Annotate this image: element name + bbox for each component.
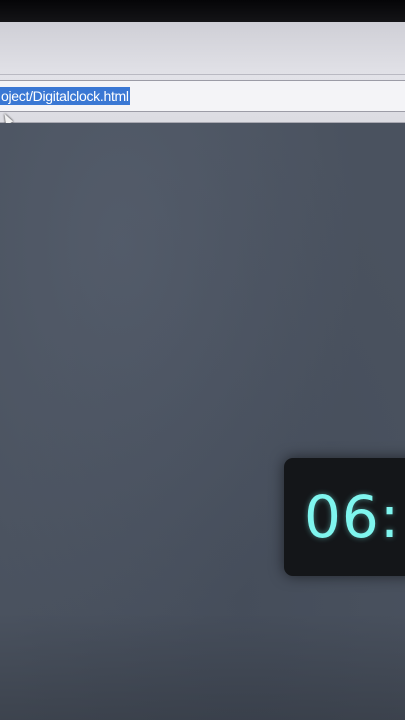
address-bar[interactable]: oject/Digitalclock.html: [0, 80, 405, 112]
browser-toolbar: oject/Digitalclock.html: [0, 22, 405, 123]
monitor-screen: oject/Digitalclock.html 06:: [0, 0, 405, 720]
monitor-bezel: [0, 0, 405, 22]
clock-time: 06:: [304, 483, 401, 551]
browser-tab-strip: [0, 22, 405, 75]
page-content: 06:: [0, 123, 405, 720]
digital-clock: 06:: [284, 458, 405, 576]
address-bar-url[interactable]: oject/Digitalclock.html: [0, 87, 130, 105]
